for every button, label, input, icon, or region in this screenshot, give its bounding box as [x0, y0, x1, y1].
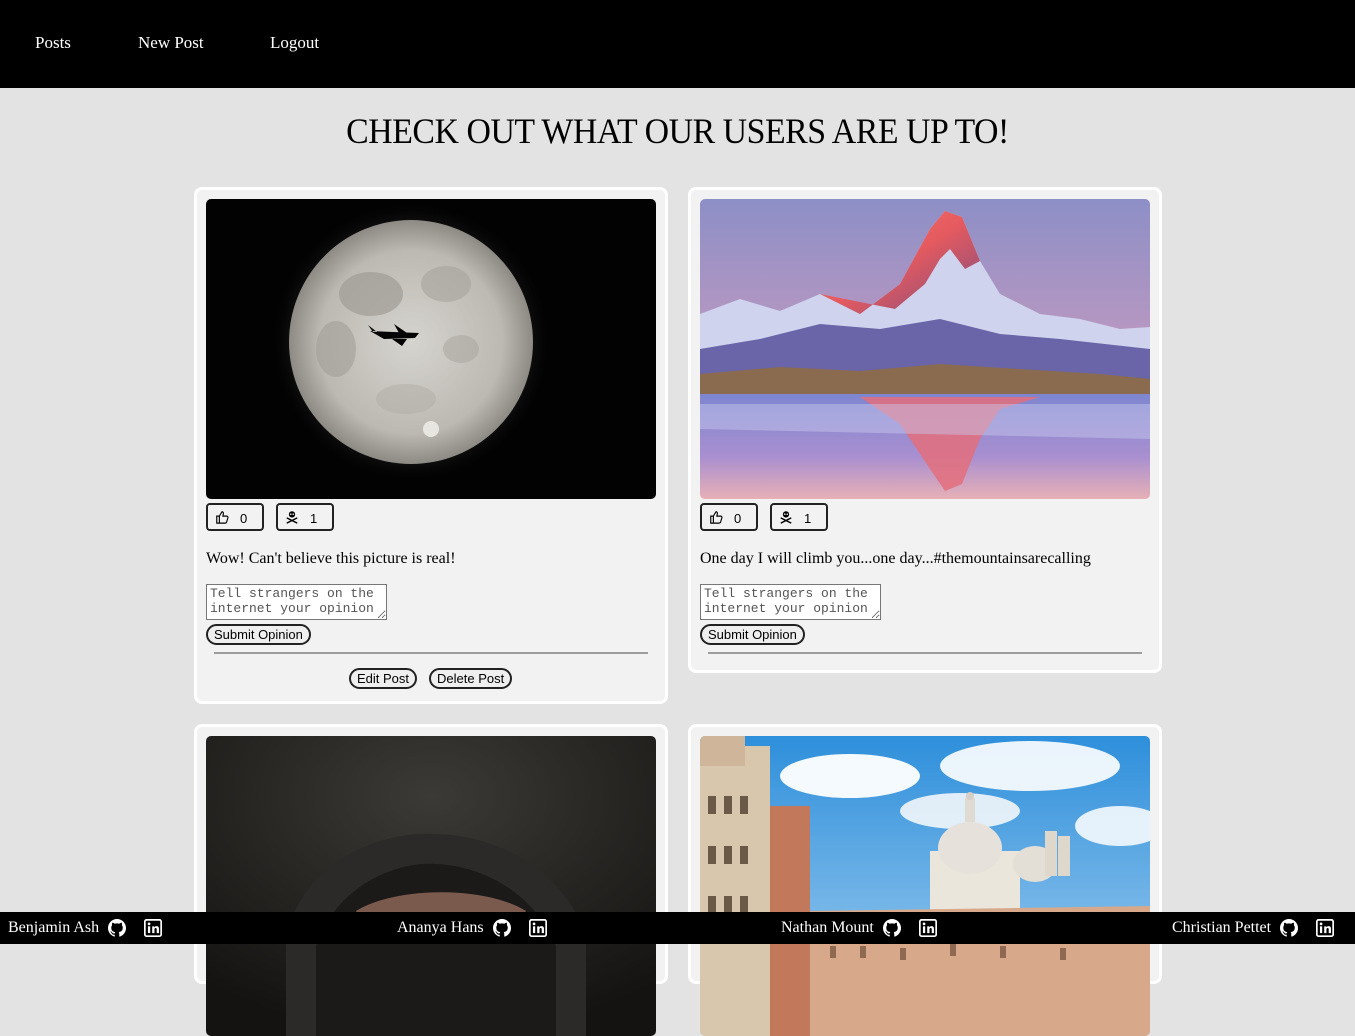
nav-posts-link[interactable]: Posts — [35, 33, 71, 53]
like-button[interactable]: 0 — [206, 503, 264, 531]
submit-opinion-button[interactable]: Submit Opinion — [206, 624, 311, 645]
linkedin-icon[interactable] — [1316, 919, 1335, 937]
like-count: 0 — [240, 511, 248, 526]
credit-nathan-mount: Nathan Mount — [781, 912, 937, 944]
linkedin-icon[interactable] — [528, 919, 547, 937]
nav-logout-link[interactable]: Logout — [270, 33, 319, 53]
post-image-venice — [700, 736, 1150, 1036]
dislike-button[interactable]: 1 — [770, 503, 828, 531]
credit-name: Benjamin Ash — [8, 919, 100, 936]
credit-name: Christian Pettet — [1172, 919, 1272, 936]
credit-christian-pettet: Christian Pettet — [1172, 912, 1335, 944]
opinion-input[interactable] — [700, 584, 881, 620]
skull-crossbones-icon — [286, 511, 298, 524]
top-nav: Posts New Post Logout — [0, 0, 1355, 88]
credit-benjamin-ash: Benjamin Ash — [8, 912, 163, 944]
divider — [708, 652, 1142, 654]
footer: Benjamin Ash Ananya Hans Nathan Mount Ch… — [0, 912, 1355, 944]
github-icon[interactable] — [1280, 919, 1299, 937]
thumbs-up-icon — [216, 511, 229, 524]
post-caption: One day I will climb you...one day...#th… — [700, 550, 1091, 567]
post-image-hooded-person — [206, 736, 656, 1036]
post-card — [688, 724, 1162, 1036]
page-title: CHECK OUT WHAT OUR USERS ARE UP TO! — [346, 111, 1009, 151]
github-icon[interactable] — [108, 919, 127, 937]
thumbs-up-icon — [710, 511, 723, 524]
post-card: 0 1 One day I will climb you...one day..… — [688, 187, 1162, 673]
credit-name: Nathan Mount — [781, 919, 874, 936]
submit-opinion-button[interactable]: Submit Opinion — [700, 624, 805, 645]
post-image-moon — [206, 199, 656, 499]
linkedin-icon[interactable] — [918, 919, 937, 937]
dislike-count: 1 — [804, 511, 812, 526]
credit-ananya-hans: Ananya Hans — [397, 912, 547, 944]
github-icon[interactable] — [882, 919, 901, 937]
like-count: 0 — [734, 511, 742, 526]
post-card — [194, 724, 668, 1036]
divider — [214, 652, 648, 654]
post-image-mountain — [700, 199, 1150, 499]
delete-post-button[interactable]: Delete Post — [429, 668, 513, 689]
opinion-input[interactable] — [206, 584, 387, 620]
edit-post-button[interactable]: Edit Post — [349, 668, 418, 689]
nav-new-post-link[interactable]: New Post — [138, 33, 204, 53]
dislike-button[interactable]: 1 — [276, 503, 334, 531]
dislike-count: 1 — [310, 511, 318, 526]
post-caption: Wow! Can't believe this picture is real! — [206, 550, 456, 567]
skull-crossbones-icon — [780, 511, 792, 524]
credit-name: Ananya Hans — [397, 919, 484, 936]
github-icon[interactable] — [492, 919, 511, 937]
post-card: 0 1 Wow! Can't believe this picture is r… — [194, 187, 668, 704]
like-button[interactable]: 0 — [700, 503, 758, 531]
linkedin-icon[interactable] — [144, 919, 163, 937]
